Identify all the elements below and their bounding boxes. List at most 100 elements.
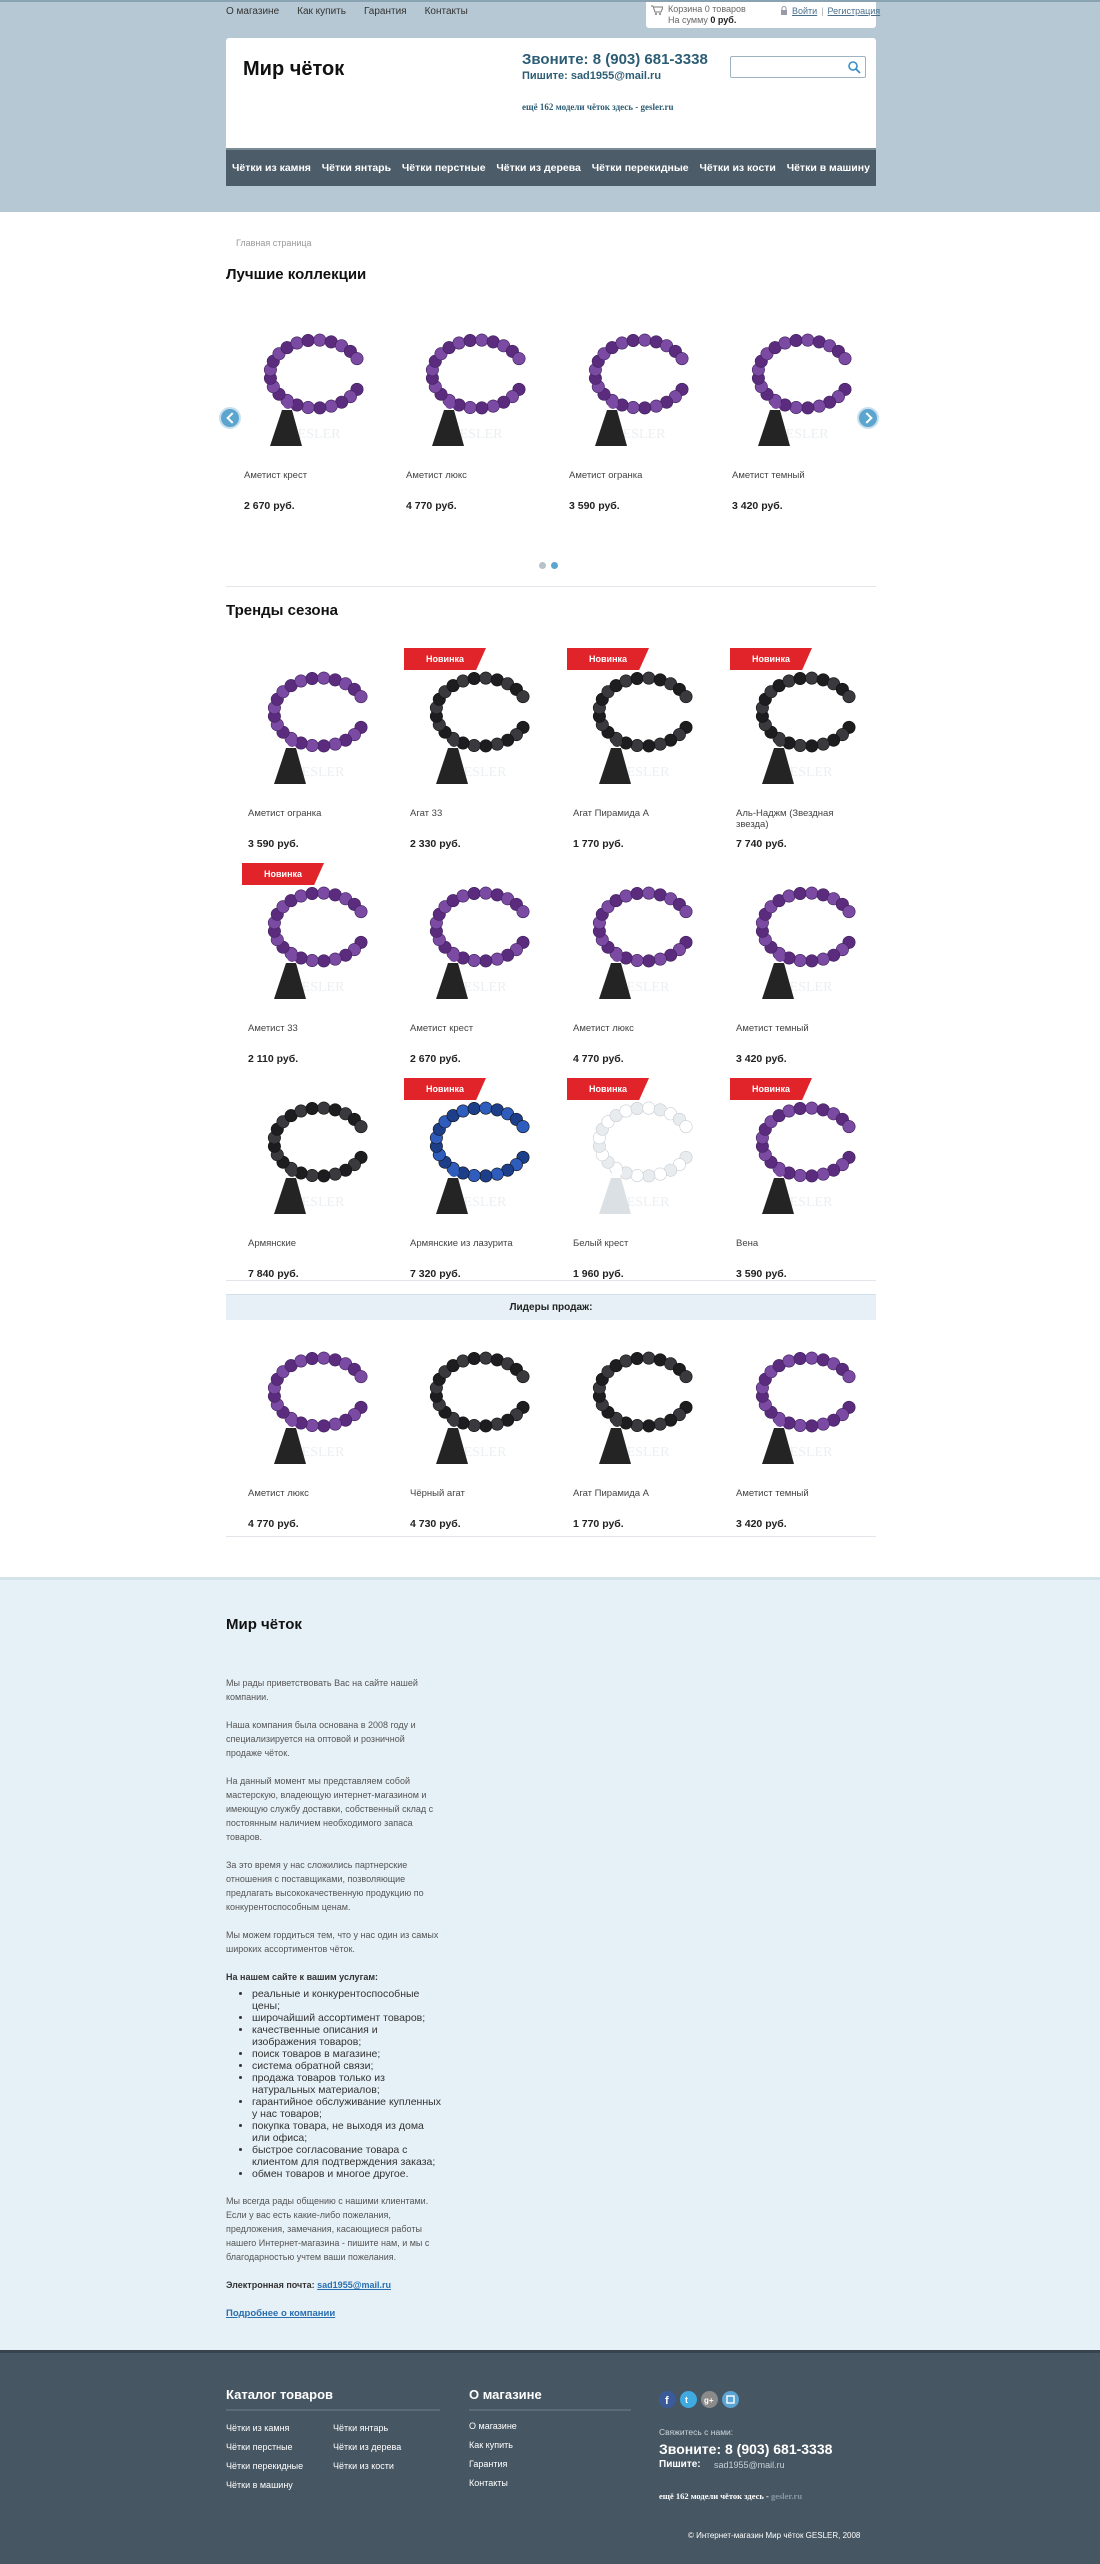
product-image[interactable]: GESLER [736, 871, 876, 1011]
product-price: 3 420 руб. [732, 500, 783, 512]
carousel-dot-2[interactable] [551, 562, 558, 569]
search-input[interactable] [734, 58, 844, 76]
product-name[interactable]: Аметист крест [410, 1023, 540, 1034]
more-models-link[interactable]: ещё 162 модели чёток здесь - gesler.ru [522, 102, 673, 112]
top-nav-contacts[interactable]: Контакты [425, 6, 468, 17]
about-paragraph: За это время у нас сложились партнерские… [226, 1860, 424, 1912]
nav-finger[interactable]: Чётки перстные [402, 162, 486, 174]
trends-title: Тренды сезона [226, 602, 338, 619]
main-content: Главная страница Лучшие коллекции GESLER… [0, 212, 1100, 1577]
product-name[interactable]: Вена [736, 1238, 866, 1249]
product-name[interactable]: Аметист темный [736, 1023, 866, 1034]
product-image[interactable]: GESLER [406, 318, 546, 458]
product-image[interactable]: GESLER [573, 656, 713, 796]
product-name[interactable]: Аметист огранка [569, 470, 699, 481]
product-name[interactable]: Агат Пирамида А [573, 1488, 703, 1499]
about-more-link[interactable]: Подробнее о компании [226, 2308, 335, 2319]
product-image[interactable]: GESLER [410, 1336, 550, 1476]
product-image[interactable]: GESLER [410, 1086, 550, 1226]
product-name[interactable]: Белый крест [573, 1238, 703, 1249]
google-plus-icon[interactable]: g+ [701, 2391, 718, 2408]
email-link[interactable]: sad1955@mail.ru [317, 2280, 391, 2290]
nav-amber[interactable]: Чётки янтарь [322, 162, 391, 174]
product-image[interactable]: GESLER [410, 871, 550, 1011]
footer-link[interactable]: Чётки перекидные [226, 2461, 303, 2471]
footer-link[interactable]: Чётки из камня [226, 2423, 289, 2433]
top-nav-about[interactable]: О магазине [226, 6, 279, 17]
product-image[interactable]: GESLER [569, 318, 709, 458]
carousel-next-arrow[interactable] [857, 407, 879, 429]
product-name[interactable]: Аметист темный [736, 1488, 866, 1499]
product-image[interactable]: GESLER [248, 1336, 388, 1476]
product-image[interactable]: GESLER [573, 871, 713, 1011]
product-price: 2 110 руб. [248, 1053, 299, 1065]
product-name[interactable]: Агат Пирамида А [573, 808, 703, 819]
footer-link[interactable]: Чётки янтарь [333, 2423, 388, 2433]
product-image[interactable]: GESLER [248, 1086, 388, 1226]
search-icon[interactable] [847, 60, 861, 74]
product-name[interactable]: Аль-Наджм (Звездная звезда) [736, 808, 866, 830]
product-image[interactable]: GESLER [736, 656, 876, 796]
footer-link[interactable]: Как купить [469, 2440, 513, 2450]
footer-link[interactable]: Чётки в машину [226, 2480, 293, 2490]
nav-flip[interactable]: Чётки перекидные [592, 162, 689, 174]
top-nav-how-to-buy[interactable]: Как купить [297, 6, 346, 17]
footer-link[interactable]: Гарантия [469, 2459, 507, 2469]
lock-icon [781, 6, 787, 15]
product-name[interactable]: Аметист 33 [248, 1023, 378, 1034]
top-band: О магазине Как купить Гарантия Контакты … [0, 0, 1100, 212]
nav-car[interactable]: Чётки в машину [787, 162, 870, 174]
product-image[interactable]: GESLER [732, 318, 872, 458]
product-image[interactable]: GESLER [736, 1336, 876, 1476]
carousel-prev-arrow[interactable] [219, 407, 241, 429]
footer-copyright: © Интернет-магазин Мир чёток GESLER, 200… [688, 2531, 861, 2540]
footer-link[interactable]: Чётки из кости [333, 2461, 394, 2471]
nav-wood[interactable]: Чётки из дерева [496, 162, 581, 174]
product-name[interactable]: Аметист крест [244, 470, 374, 481]
product-image[interactable]: GESLER [573, 1086, 713, 1226]
product-name[interactable]: Аметист огранка [248, 808, 378, 819]
product-image[interactable]: GESLER [410, 656, 550, 796]
footer-link[interactable]: Чётки перстные [226, 2442, 293, 2452]
footer-more-models: ещё 162 модели чёток здесь - gesler.ru [659, 2491, 802, 2501]
footer-more-link[interactable]: gesler.ru [771, 2491, 802, 2501]
footer-phone: Звоните: 8 (903) 681-3338 [659, 2441, 833, 2457]
about-paragraph: Мы можем гордиться тем, что у нас один и… [226, 1930, 439, 1954]
auth-links: Войти | Регистрация [780, 6, 880, 16]
product-image[interactable]: GESLER [244, 318, 384, 458]
product-name[interactable]: Аметист люкс [248, 1488, 378, 1499]
svg-text:f: f [665, 2395, 669, 2407]
footer-link[interactable]: Чётки из дерева [333, 2442, 401, 2452]
new-badge: Новинка [242, 863, 324, 885]
product-image[interactable]: GESLER [248, 656, 388, 796]
footer-email[interactable]: sad1955@mail.ru [714, 2460, 785, 2470]
product-name[interactable]: Армянские [248, 1238, 378, 1249]
product-image[interactable]: GESLER [573, 1336, 713, 1476]
footer-link[interactable]: Контакты [469, 2478, 508, 2488]
twitter-icon[interactable]: t [680, 2391, 697, 2408]
product-price: 1 770 руб. [573, 1518, 624, 1530]
nav-bone[interactable]: Чётки из кости [699, 162, 775, 174]
odnoklassniki-icon[interactable] [722, 2391, 739, 2408]
nav-stone[interactable]: Чётки из камня [232, 162, 311, 174]
product-name[interactable]: Чёрный агат [410, 1488, 540, 1499]
breadcrumb[interactable]: Главная страница [236, 238, 312, 248]
site-title[interactable]: Мир чёток [243, 58, 344, 81]
product-image[interactable]: GESLER [736, 1086, 876, 1226]
about-text: Мы рады приветствовать Вас на сайте наше… [226, 1676, 442, 2306]
product-name[interactable]: Аметист люкс [406, 470, 536, 481]
cart-count: Корзина 0 товаров [668, 4, 746, 14]
new-badge: Новинка [730, 1078, 812, 1100]
product-name[interactable]: Армянские из лазурита [410, 1238, 540, 1249]
product-name[interactable]: Аметист люкс [573, 1023, 703, 1034]
facebook-icon[interactable]: f [659, 2391, 676, 2408]
product-name[interactable]: Аметист темный [732, 470, 862, 481]
login-link[interactable]: Войти [792, 6, 817, 16]
product-image[interactable]: GESLER [248, 871, 388, 1011]
footer-link[interactable]: О магазине [469, 2421, 517, 2431]
top-nav-guarantee[interactable]: Гарантия [364, 6, 407, 17]
register-link[interactable]: Регистрация [828, 6, 881, 16]
carousel-dot-1[interactable] [539, 562, 546, 569]
cart-box[interactable]: Корзина 0 товаров На сумму 0 руб. Войти … [646, 2, 880, 28]
product-name[interactable]: Агат 33 [410, 808, 540, 819]
